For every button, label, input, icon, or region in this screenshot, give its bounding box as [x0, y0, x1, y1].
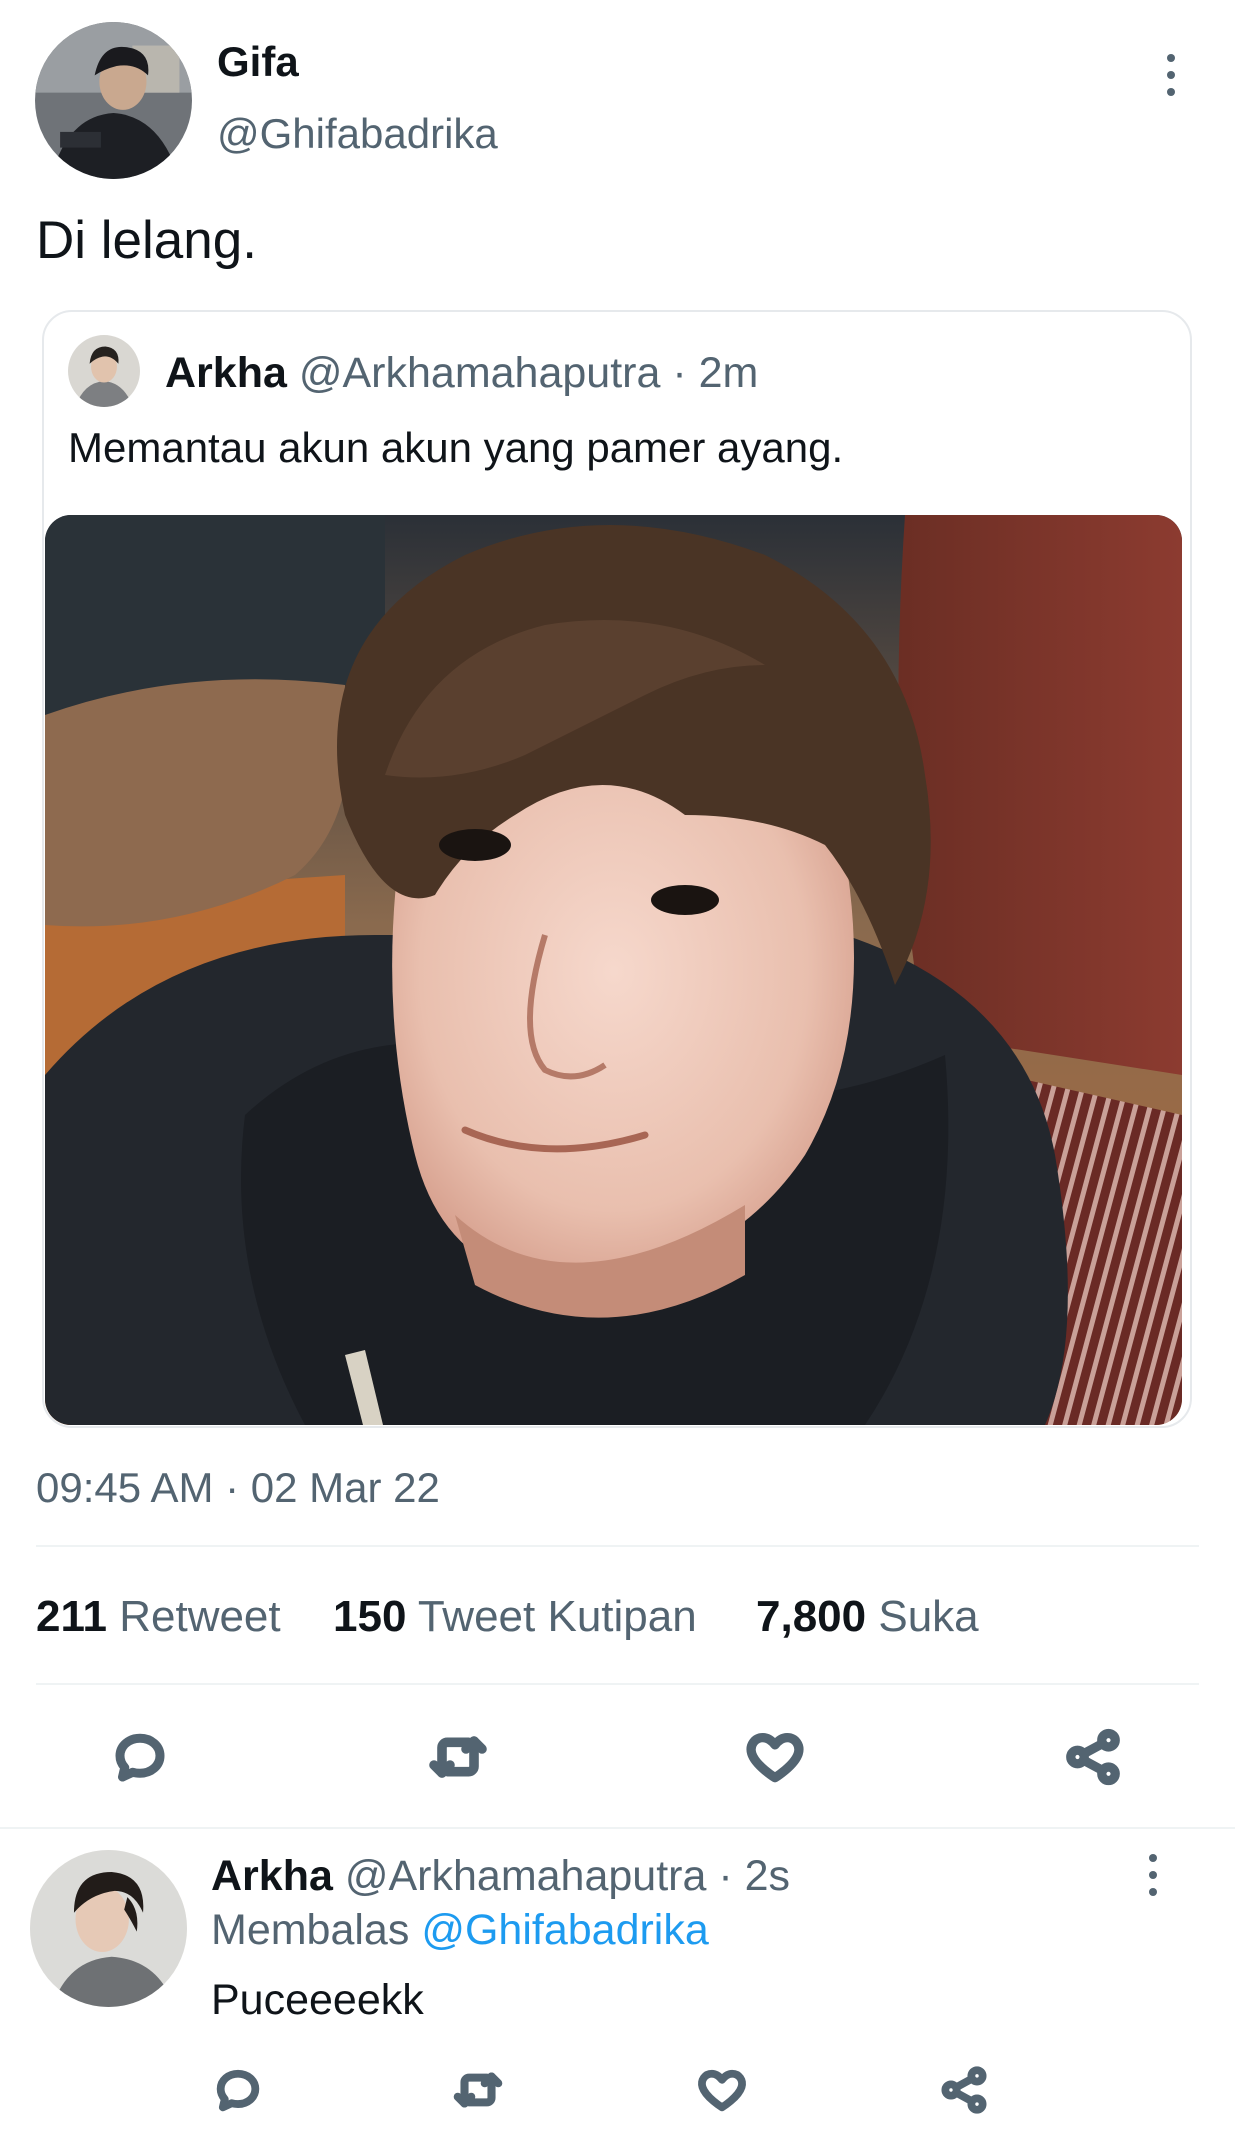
share-icon	[1066, 1728, 1120, 1786]
reply-icon	[216, 2069, 260, 2112]
retweets-label: Retweet	[119, 1592, 281, 1641]
heart-icon	[698, 2069, 746, 2112]
quotes-count: 150	[333, 1592, 407, 1641]
divider	[36, 1683, 1199, 1685]
reply-reply-button[interactable]	[205, 2060, 271, 2120]
author-avatar[interactable]	[35, 22, 192, 179]
share-button[interactable]	[1053, 1722, 1133, 1792]
retweet-icon	[429, 1736, 487, 1778]
quotes-stat[interactable]: 150 Tweet Kutipan	[333, 1592, 697, 1642]
author-name[interactable]: Gifa	[217, 38, 299, 86]
reply-button[interactable]	[100, 1722, 180, 1792]
quoted-time: 2m	[698, 349, 759, 397]
retweet-button[interactable]	[418, 1722, 498, 1792]
reply-author-handle[interactable]: @Arkhamahaputra	[345, 1852, 707, 1900]
quoted-author-name: Arkha	[165, 349, 287, 397]
author-handle[interactable]: @Ghifabadrika	[217, 110, 498, 158]
quoted-photo[interactable]	[45, 515, 1182, 1425]
reply-like-button[interactable]	[689, 2060, 755, 2120]
quoted-separator: ·	[672, 349, 687, 397]
quoted-author-avatar	[68, 335, 140, 407]
reply-meta: Arkha @Arkhamahaputra · 2s	[211, 1852, 790, 1901]
tweet-timestamp[interactable]: 09:45 AM · 02 Mar 22	[36, 1464, 440, 1512]
replying-to: Membalas @Ghifabadrika	[211, 1906, 709, 1955]
quoted-meta: Arkha @Arkhamahaputra · 2m	[165, 349, 758, 398]
reply-text: Puceeeekk	[211, 1976, 424, 2024]
likes-label: Suka	[878, 1592, 979, 1641]
likes-count: 7,800	[756, 1592, 867, 1641]
reply-author-name[interactable]: Arkha	[211, 1852, 333, 1900]
share-icon	[941, 2066, 987, 2114]
retweet-icon	[453, 2072, 503, 2108]
tweet-text: Di lelang.	[36, 211, 257, 270]
reply-more-options-icon[interactable]	[1138, 1850, 1168, 1900]
quoted-text: Memantau akun akun yang pamer ayang.	[68, 424, 844, 471]
like-button[interactable]	[735, 1722, 815, 1792]
heart-icon	[746, 1732, 804, 1783]
quotes-label: Tweet Kutipan	[417, 1592, 697, 1641]
divider	[36, 1545, 1199, 1547]
quoted-author-handle: @Arkhamahaputra	[298, 349, 661, 397]
divider	[0, 1827, 1235, 1829]
retweets-stat[interactable]: 211 Retweet	[36, 1592, 281, 1642]
likes-stat[interactable]: 7,800 Suka	[756, 1592, 979, 1642]
replying-to-handle[interactable]: @Ghifabadrika	[421, 1906, 708, 1954]
reply-retweet-button[interactable]	[445, 2060, 511, 2120]
reply-icon	[115, 1733, 165, 1782]
replying-prefix: Membalas	[211, 1906, 410, 1954]
reply-separator: ·	[718, 1852, 733, 1900]
reply-time[interactable]: 2s	[745, 1852, 790, 1900]
reply-author-avatar[interactable]	[30, 1850, 187, 2007]
more-options-icon[interactable]	[1156, 50, 1186, 100]
retweets-count: 211	[36, 1592, 107, 1641]
reply-share-button[interactable]	[931, 2060, 997, 2120]
